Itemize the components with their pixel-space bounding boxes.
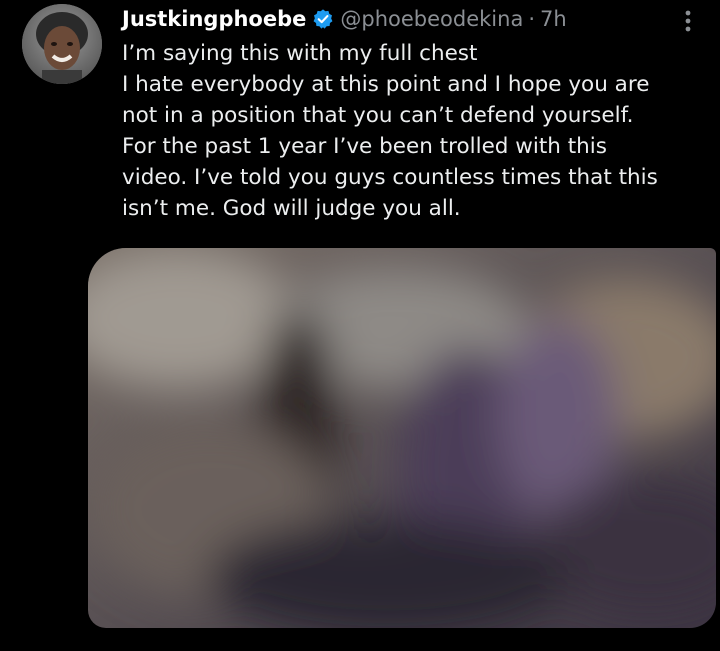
tweet-text-line: I hate everybody at this point and I hop… (122, 72, 650, 97)
tweet-text-line: video. I’ve told you guys countless time… (122, 165, 658, 190)
more-options-icon[interactable] (678, 8, 698, 34)
timestamp[interactable]: 7h (540, 7, 567, 31)
blurred-video-thumbnail (88, 248, 716, 628)
tweet-text-line: isn’t me. God will judge you all. (122, 196, 461, 221)
verified-badge-icon (312, 8, 334, 30)
profile-avatar[interactable] (22, 4, 102, 84)
tweet-text: I’m saying this with my full chest I hat… (122, 38, 702, 224)
tweet-header: Justkingphoebe @phoebeodekina · 7h (122, 4, 567, 34)
tweet-text-line: not in a position that you can’t defend … (122, 103, 634, 128)
avatar-image (22, 4, 102, 84)
separator-dot: · (528, 7, 536, 31)
tweet-text-line: I’m saying this with my full chest (122, 41, 478, 66)
display-name[interactable]: Justkingphoebe (122, 7, 306, 31)
tweet[interactable]: Justkingphoebe @phoebeodekina · 7h I’m s… (0, 0, 720, 651)
user-handle[interactable]: @phoebeodekina (340, 7, 523, 31)
tweet-media-blurred[interactable] (88, 248, 716, 628)
tweet-text-line: For the past 1 year I’ve been trolled wi… (122, 134, 607, 159)
